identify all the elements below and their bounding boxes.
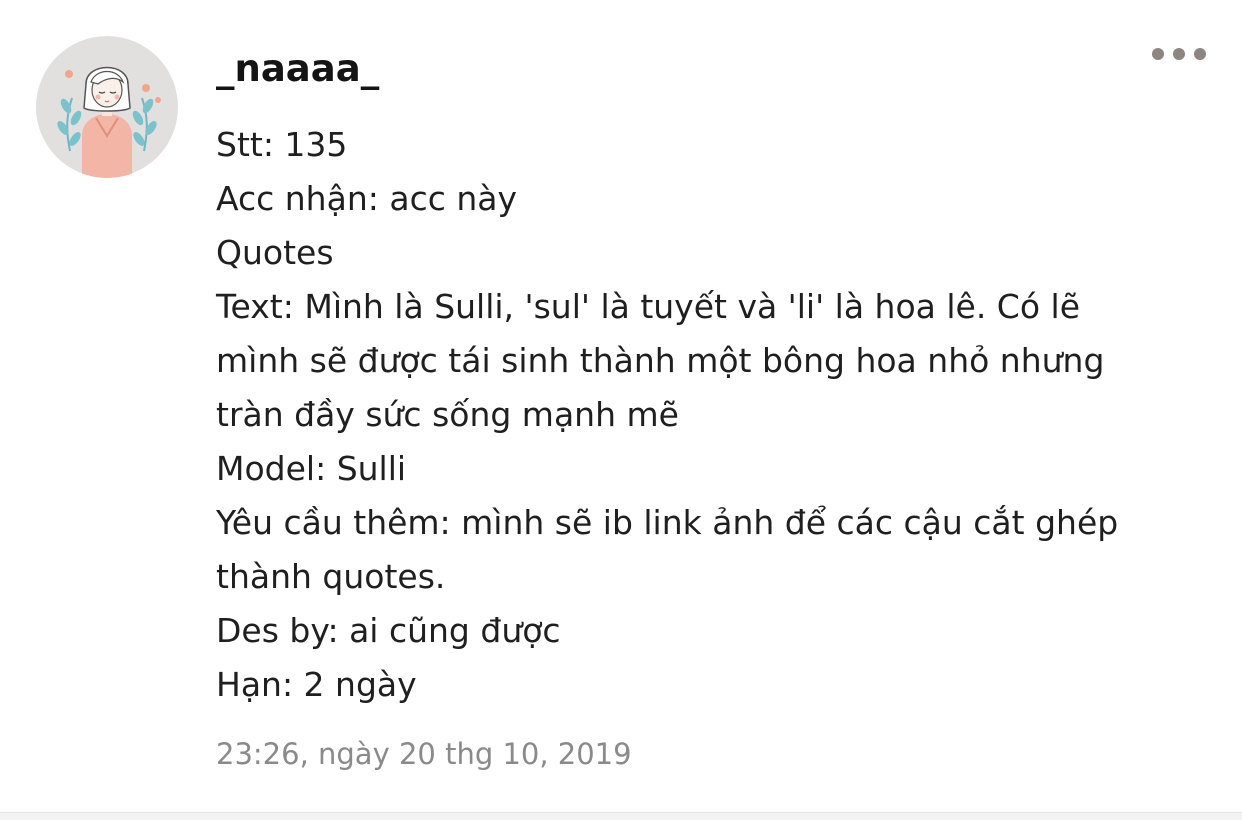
more-options-button[interactable]: [1146, 38, 1212, 70]
more-horizontal-icon: [1152, 48, 1164, 60]
comment-line: Model: Sulli: [216, 449, 407, 488]
comment-card: _naaaa_ Stt: 135 Acc nhận: acc này Quote…: [0, 0, 1242, 812]
comment-line: tràn đầy sức sống mạnh mẽ: [216, 395, 679, 434]
comment-line: Text: Mình là Sulli, 'sul' là tuyết và '…: [216, 287, 1080, 326]
comment-line: mình sẽ được tái sinh thành một bông hoa…: [216, 341, 1105, 380]
comment-line: thành quotes.: [216, 557, 446, 596]
more-horizontal-icon: [1173, 48, 1185, 60]
comment-author[interactable]: _naaaa_: [216, 42, 379, 96]
divider: [0, 812, 1242, 820]
comment-line: Hạn: 2 ngày: [216, 665, 417, 704]
girl-illustration-avatar-icon: [57, 66, 161, 178]
comment-line: Acc nhận: acc này: [216, 179, 518, 218]
avatar[interactable]: [36, 36, 178, 178]
comment-timestamp: 23:26, ngày 20 thg 10, 2019: [216, 737, 632, 771]
comment-body: Stt: 135 Acc nhận: acc này Quotes Text: …: [216, 118, 1206, 712]
comment-line: Quotes: [216, 233, 334, 272]
more-horizontal-icon: [1194, 48, 1206, 60]
comment-line: Des by: ai cũng được: [216, 611, 561, 650]
comment-line: Yêu cầu thêm: mình sẽ ib link ảnh để các…: [216, 503, 1119, 542]
comment-line: Stt: 135: [216, 125, 348, 164]
